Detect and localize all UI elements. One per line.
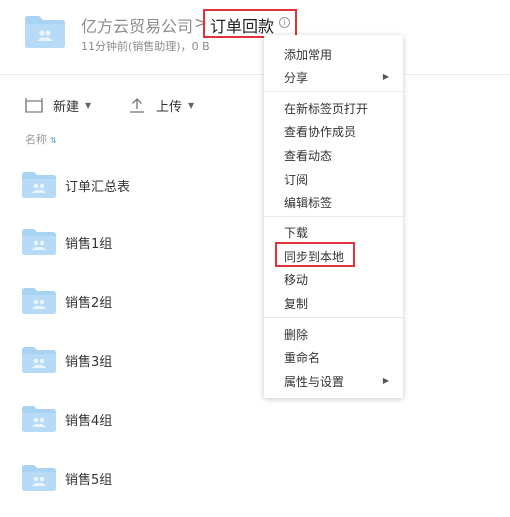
sort-icon: ⇅	[50, 136, 57, 145]
sort-label: 名称	[25, 133, 47, 146]
menu-item-add-favorite[interactable]: 添加常用	[284, 46, 332, 63]
menu-item-move[interactable]: 移动	[284, 271, 308, 288]
menu-item-edit-tags[interactable]: 编辑标签	[284, 194, 332, 211]
sort-by-name[interactable]: 名称 ⇅	[25, 131, 57, 147]
menu-item-share[interactable]: 分享	[284, 69, 308, 86]
upload-label: 上传	[156, 99, 183, 115]
list-item[interactable]: 销售4组	[22, 399, 252, 439]
list-item[interactable]: 销售5组	[22, 458, 252, 498]
folder-icon	[22, 288, 56, 314]
upload-button[interactable]: 上传 ▼	[128, 95, 194, 115]
file-name: 订单汇总表	[65, 179, 131, 195]
folder-icon	[22, 406, 56, 432]
context-menu: 添加常用 分享 ▶ 在新标签页打开 查看协作成员 查看动态 订阅 编辑标签 下载…	[264, 35, 403, 398]
list-item[interactable]: 销售3组	[22, 340, 252, 380]
menu-item-download[interactable]: 下载	[284, 224, 308, 241]
menu-divider	[264, 317, 403, 318]
menu-item-copy[interactable]: 复制	[284, 295, 308, 312]
folder-icon	[22, 347, 56, 373]
menu-divider	[264, 91, 403, 92]
submenu-arrow-icon: ▶	[382, 72, 389, 81]
menu-item-view-activity[interactable]: 查看动态	[284, 147, 332, 164]
folder-meta: 11分钟前(销售助理)，0 B	[81, 40, 210, 53]
file-name: 销售2组	[65, 295, 113, 311]
folder-icon	[22, 465, 56, 491]
menu-item-subscribe[interactable]: 订阅	[284, 171, 308, 188]
menu-item-rename[interactable]: 重命名	[284, 349, 320, 366]
file-name: 销售4组	[65, 413, 113, 429]
list-item[interactable]: 订单汇总表	[22, 165, 252, 205]
menu-item-open-new-tab[interactable]: 在新标签页打开	[284, 100, 368, 117]
menu-item-delete[interactable]: 删除	[284, 326, 308, 343]
info-icon[interactable]: i	[279, 17, 290, 28]
breadcrumb-parent[interactable]: 亿方云贸易公司	[81, 13, 193, 37]
new-icon	[25, 98, 43, 113]
new-label: 新建	[53, 99, 80, 115]
current-folder-icon	[25, 16, 65, 48]
menu-item-sync-local[interactable]: 同步到本地	[284, 248, 344, 265]
caret-down-icon: ▼	[188, 100, 195, 110]
submenu-arrow-icon: ▶	[382, 376, 389, 385]
list-item[interactable]: 销售2组	[22, 281, 252, 321]
menu-item-properties[interactable]: 属性与设置	[284, 373, 344, 390]
header-divider	[0, 74, 510, 75]
new-button[interactable]: 新建 ▼	[25, 95, 91, 115]
upload-icon	[130, 98, 144, 113]
list-item[interactable]: 销售1组	[22, 222, 252, 262]
file-name: 销售1组	[65, 236, 113, 252]
breadcrumb-current: 订单回款	[210, 17, 275, 36]
file-name: 销售3组	[65, 354, 113, 370]
folder-icon	[22, 229, 56, 255]
caret-down-icon: ▼	[85, 100, 92, 110]
menu-divider	[264, 216, 403, 217]
menu-item-view-collaborators[interactable]: 查看协作成员	[284, 123, 356, 140]
file-name: 销售5组	[65, 472, 113, 488]
folder-icon	[22, 172, 56, 198]
